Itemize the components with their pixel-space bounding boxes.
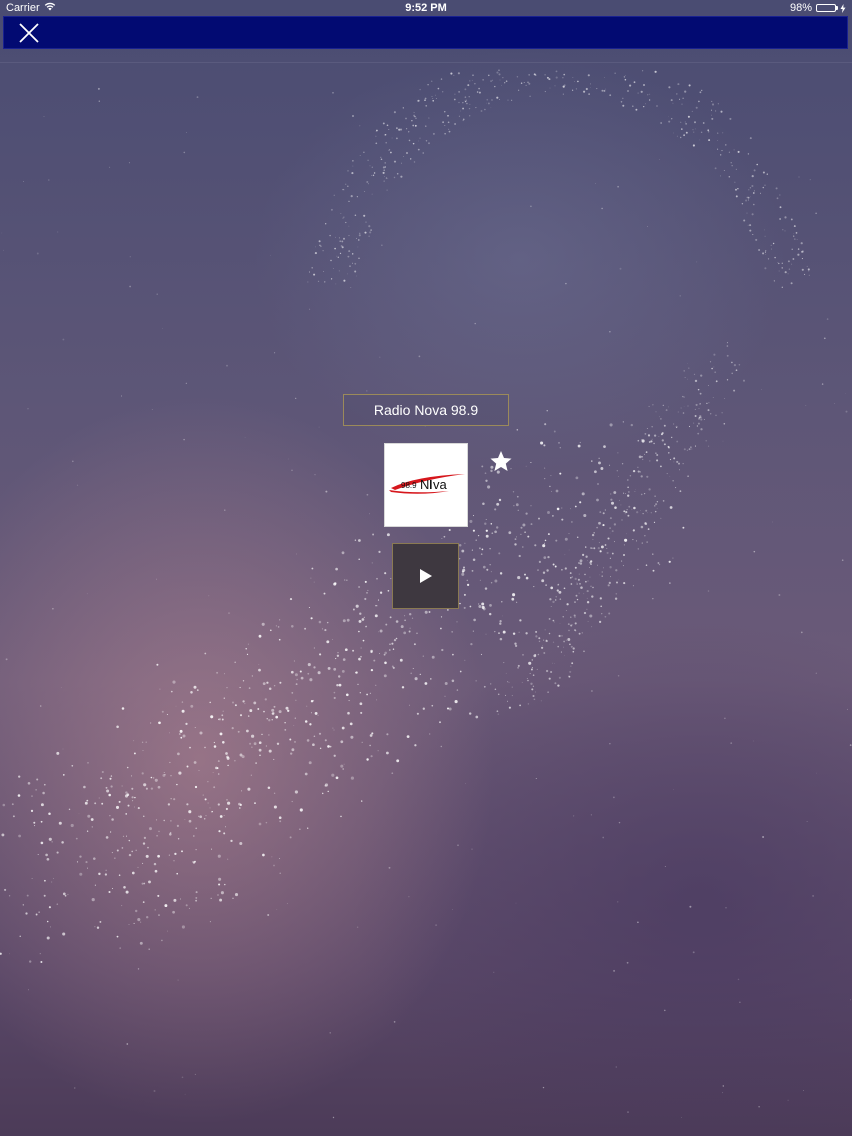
status-time: 9:52 PM <box>405 2 447 14</box>
close-button[interactable] <box>17 21 41 45</box>
nav-divider <box>0 62 852 63</box>
logo-frequency: 98.9 <box>401 481 417 490</box>
status-battery: 98% <box>790 2 846 14</box>
play-button[interactable] <box>392 543 459 609</box>
play-icon <box>420 569 432 583</box>
logo-brand-va: va <box>433 477 448 492</box>
navigation-bar <box>3 16 848 49</box>
radio-nova-logo: 98.9 N va <box>389 474 465 494</box>
logo-brand-n: N <box>420 477 429 492</box>
station-title: Radio Nova 98.9 <box>343 394 509 426</box>
battery-percent: 98% <box>789 2 812 14</box>
close-icon <box>19 23 39 43</box>
status-bar: Carrier 9:52 PM 98% <box>0 0 852 16</box>
battery-icon <box>816 3 846 13</box>
star-icon <box>490 451 512 471</box>
station-logo: 98.9 N va <box>384 443 468 527</box>
favorite-button[interactable] <box>488 449 514 473</box>
charging-bolt-icon <box>840 3 846 13</box>
